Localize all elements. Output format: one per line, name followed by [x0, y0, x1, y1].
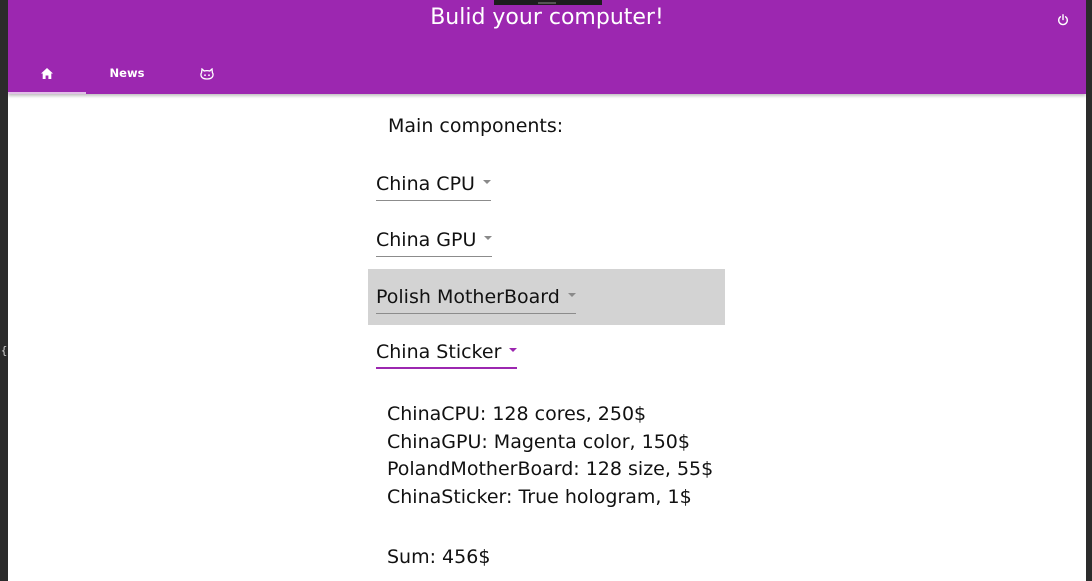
chevron-down-icon — [484, 235, 493, 240]
power-button[interactable] — [1054, 14, 1072, 32]
component-details: ChinaCPU: 128 cores, 250$ ChinaGPU: Mage… — [387, 401, 713, 511]
home-icon — [41, 68, 53, 79]
app-title: Bulid your computer! — [430, 5, 664, 30]
sticker-select[interactable]: China Sticker — [368, 338, 725, 394]
chevron-down-icon — [509, 347, 518, 352]
tab-news[interactable]: News — [88, 62, 166, 94]
cpu-select-value: China CPU — [376, 173, 475, 195]
chevron-down-icon — [482, 179, 491, 184]
app-bar: Bulid your computer! News — [8, 0, 1086, 94]
motherboard-select[interactable]: Polish MotherBoard — [368, 269, 725, 325]
power-icon — [1058, 14, 1068, 26]
motherboard-select-field: Polish MotherBoard — [376, 286, 576, 314]
motherboard-select-value: Polish MotherBoard — [376, 286, 560, 308]
detail-line: PolandMotherBoard: 128 size, 55$ — [387, 458, 714, 480]
github-octocat-icon — [200, 67, 214, 80]
gpu-select-value: China GPU — [376, 229, 477, 251]
tab-github[interactable] — [168, 62, 246, 94]
sticker-select-field: China Sticker — [376, 341, 518, 369]
sum-total: Sum: 456$ — [387, 546, 491, 568]
sticker-select-value: China Sticker — [376, 341, 502, 363]
detail-line: ChinaCPU: 128 cores, 250$ — [387, 403, 647, 425]
tab-news-label: News — [109, 66, 145, 80]
window-edge-right — [1086, 0, 1092, 581]
app-window: Bulid your computer! News Main component… — [8, 0, 1086, 581]
editor-brace-glyph: { — [0, 344, 8, 357]
cpu-select[interactable]: China CPU — [368, 170, 725, 226]
section-title: Main components: — [388, 115, 564, 137]
cpu-select-field: China CPU — [376, 173, 491, 201]
chevron-down-icon — [567, 292, 576, 297]
gpu-select-field: China GPU — [376, 229, 493, 257]
tab-home[interactable] — [8, 62, 86, 94]
window-edge-left: { — [0, 0, 8, 581]
detail-line: ChinaGPU: Magenta color, 150$ — [387, 430, 690, 453]
detail-line: ChinaSticker: True hologram, 1$ — [387, 485, 692, 508]
